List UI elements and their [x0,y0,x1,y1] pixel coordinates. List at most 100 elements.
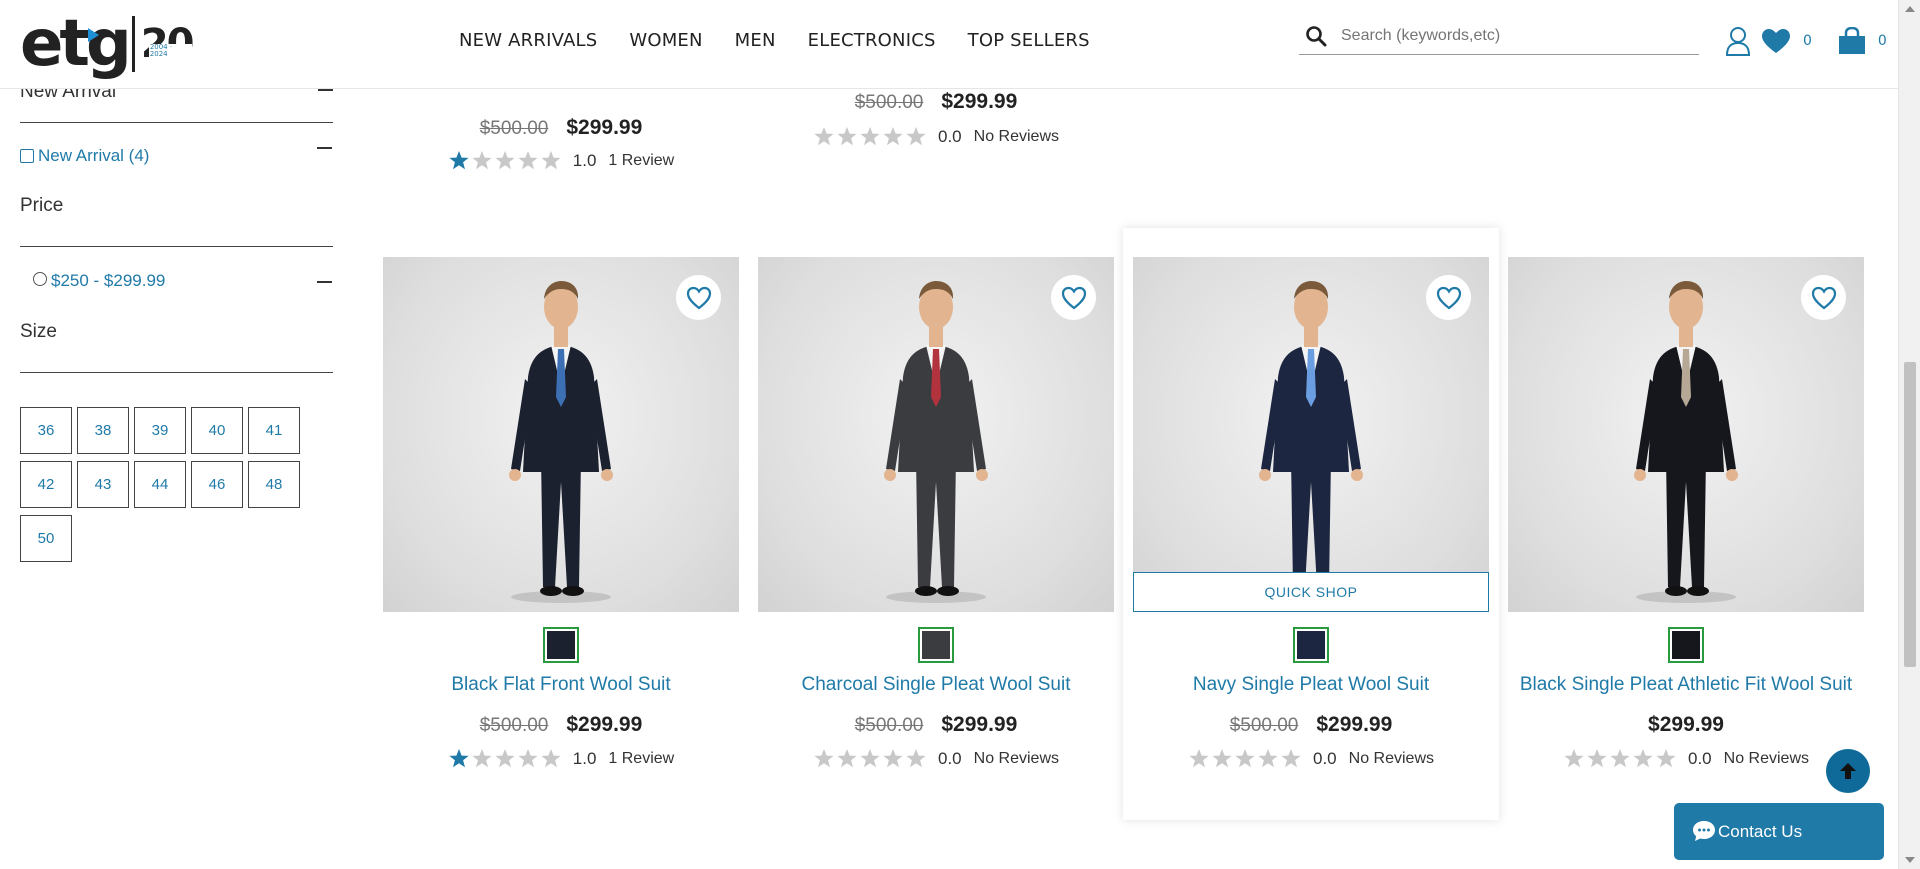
facet-size[interactable]: Size [20,281,333,373]
account-icon[interactable] [1725,26,1751,56]
add-to-wishlist-button[interactable] [676,275,721,320]
nav-women[interactable]: WOMEN [629,30,702,51]
filter-option-label: New Arrival (4) [38,146,150,165]
size-option[interactable]: 46 [191,461,243,508]
star-icon [860,127,880,146]
size-option[interactable]: 44 [134,461,186,508]
add-to-wishlist-button[interactable] [1801,275,1846,320]
review-count[interactable]: No Reviews [974,750,1059,768]
size-option[interactable]: 42 [20,461,72,508]
star-icon [1656,749,1676,768]
filter-option-price[interactable]: $250 - $299.99 [33,271,333,291]
product-rating: 0.0 No Reviews [1133,748,1489,769]
scroll-down-arrow-icon[interactable] [1905,857,1915,863]
review-count[interactable]: No Reviews [1724,750,1809,768]
size-option[interactable]: 48 [248,461,300,508]
rating-value: 1.0 [572,748,597,768]
back-to-top-button[interactable] [1826,749,1870,793]
contact-us-button[interactable]: Contact Us [1674,803,1884,860]
sale-price: $299.99 [566,116,643,139]
sale-price: $299.99 [1316,713,1393,736]
heart-icon [1762,29,1790,53]
product-card[interactable]: Black Flat Front Wool Suit $500.00 $299.… [383,257,739,797]
arrow-up-icon [1840,763,1856,779]
size-options: 36 38 39 40 41 42 43 44 46 48 50 [20,407,300,562]
size-option[interactable]: 43 [77,461,129,508]
product-card[interactable]: Charcoal Single Pleat Wool Suit $500.00 … [758,257,1114,797]
product-name[interactable]: Black Single Pleat Athletic Fit Wool Sui… [1508,674,1864,696]
site-header: etg 20 2004 · 2024 NEW ARRIVALS WOMEN ME… [0,0,1898,89]
color-swatch[interactable] [543,627,579,663]
product-image[interactable]: QUICK SHOP [1133,257,1489,612]
star-icon [883,127,903,146]
rating-value: 0.0 [1688,748,1712,768]
facet-price[interactable]: Price [20,147,333,247]
filter-option-new-arrival[interactable]: New Arrival (4) [20,146,333,166]
product-image[interactable] [383,257,739,612]
rating-value: 0.0 [1313,748,1337,768]
cart-count: 0 [1877,33,1887,49]
product-image[interactable] [1508,257,1864,612]
product-card[interactable]: Black Single Pleat Athletic Fit Wool Sui… [1508,257,1864,797]
product-rating: 1.0 1 Review [383,748,739,769]
product-name[interactable]: Black Flat Front Wool Suit [383,674,739,696]
color-swatch[interactable] [918,627,954,663]
size-option[interactable]: 40 [191,407,243,454]
add-to-wishlist-button[interactable] [1051,275,1096,320]
nav-electronics[interactable]: ELECTRONICS [808,30,936,51]
star-icon [906,749,926,768]
scroll-thumb[interactable] [1904,362,1916,667]
product-name[interactable]: Navy Single Pleat Wool Suit [1133,674,1489,696]
quick-shop-button[interactable]: QUICK SHOP [1133,572,1489,612]
original-price: $500.00 [479,118,549,139]
review-count[interactable]: 1 Review [608,750,674,768]
collapse-minus-icon[interactable] [317,147,332,149]
nav-top-sellers[interactable]: TOP SELLERS [968,30,1090,51]
star-rating [448,748,563,769]
page-scrollbar[interactable] [1898,0,1920,869]
cart-link[interactable]: 0 [1838,27,1887,55]
star-icon [883,749,903,768]
original-price: $500.00 [479,715,549,736]
nav-new-arrivals[interactable]: NEW ARRIVALS [459,30,597,51]
star-icon [495,749,515,768]
product-image[interactable] [758,257,1114,612]
search-input[interactable] [1341,27,1681,45]
star-rating [1188,748,1303,769]
size-option[interactable]: 41 [248,407,300,454]
star-icon [837,127,857,146]
sale-price: $299.99 [941,713,1018,736]
header-icons: 0 0 [1725,26,1887,56]
add-to-wishlist-button[interactable] [1426,275,1471,320]
size-option[interactable]: 38 [77,407,129,454]
star-icon [814,127,834,146]
nav-men[interactable]: MEN [735,30,776,51]
review-count[interactable]: No Reviews [1349,750,1434,768]
site-logo[interactable]: etg 20 2004 · 2024 [20,6,194,82]
star-rating [813,748,928,769]
product-card[interactable]: QUICK SHOP Navy Single Pleat Wool Suit $… [1123,228,1499,820]
color-swatch[interactable] [1668,627,1704,663]
size-option[interactable]: 39 [134,407,186,454]
search-icon[interactable] [1305,25,1327,47]
star-rating [813,126,928,147]
filter-option-label: $250 - $299.99 [51,271,166,290]
review-count[interactable]: 1 Review [608,152,674,170]
wishlist-link[interactable]: 0 [1761,28,1812,54]
size-option[interactable]: 36 [20,407,72,454]
star-icon [814,749,834,768]
logo-wordmark: etg [20,7,132,81]
size-option[interactable]: 50 [20,515,72,562]
color-swatch-fill [547,631,575,659]
collapse-minus-icon[interactable] [317,281,332,283]
radio-button[interactable] [33,272,47,286]
review-count[interactable]: No Reviews [974,128,1059,146]
original-price: $500.00 [854,715,924,736]
star-icon [472,151,492,170]
scroll-up-arrow-icon[interactable] [1905,6,1915,12]
product-name[interactable]: Charcoal Single Pleat Wool Suit [758,674,1114,696]
color-swatch[interactable] [1293,627,1329,663]
star-icon [472,749,492,768]
checkbox[interactable] [20,149,34,163]
collapse-minus-icon[interactable] [318,89,333,91]
